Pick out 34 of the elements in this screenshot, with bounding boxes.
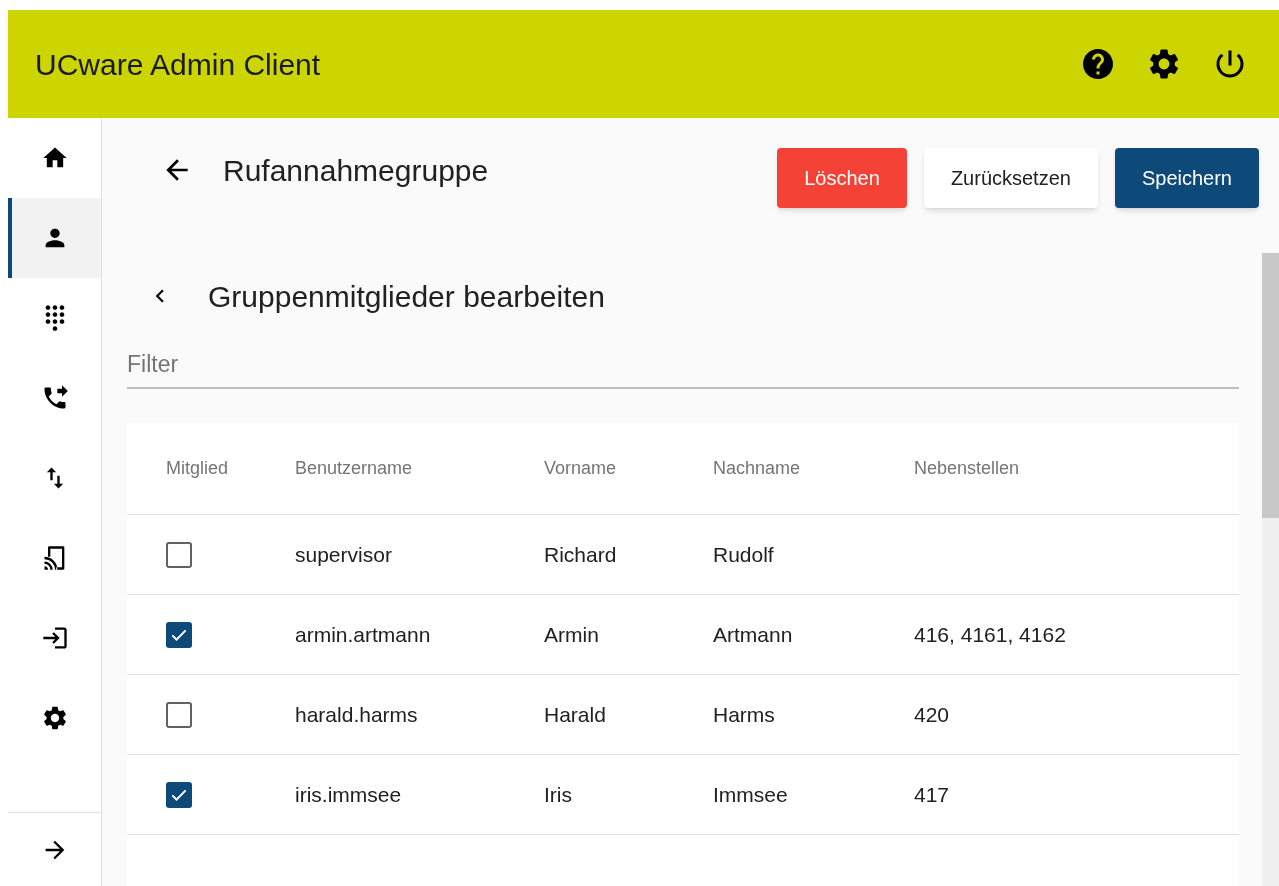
delete-button[interactable]: Löschen — [777, 148, 907, 208]
help-icon[interactable] — [1080, 46, 1116, 82]
reset-button[interactable]: Zurücksetzen — [923, 148, 1098, 208]
column-header[interactable]: Benutzername — [295, 458, 413, 478]
column-header[interactable]: Vorname — [544, 458, 617, 478]
table-cell: 417 — [914, 782, 950, 806]
save-button[interactable]: Speichern — [1114, 148, 1259, 208]
column-header[interactable]: Nebenstellen — [914, 458, 1020, 478]
scrollbar[interactable] — [1262, 253, 1279, 886]
table-cell: supervisor — [295, 542, 392, 566]
sidebar-item[interactable] — [8, 198, 101, 278]
table-cell: Artmann — [713, 622, 793, 646]
table-cell: 416, 4161, 4162 — [914, 622, 1066, 646]
column-header[interactable]: Mitglied — [166, 458, 229, 478]
table-cell: Richard — [544, 542, 617, 566]
checkbox[interactable] — [166, 701, 192, 728]
table-cell: Armin — [544, 622, 599, 646]
table-cell: Harms — [713, 702, 775, 726]
page-title: Rufannahmegruppe — [223, 153, 490, 189]
app-title: UCware Admin Client — [35, 46, 322, 83]
table-cell: Immsee — [713, 782, 788, 806]
checkbox[interactable] — [166, 781, 192, 808]
section-title: Gruppenmitglieder bearbeiten — [208, 278, 605, 315]
filter-field[interactable]: Filter — [127, 341, 1239, 389]
table-cell: harald.harms — [295, 702, 418, 726]
table-cell: Rudolf — [713, 542, 774, 566]
column-header[interactable]: Nachname — [713, 458, 801, 478]
table-cell: iris.immsee — [295, 782, 402, 806]
table-cell: Harald — [544, 702, 606, 726]
checkbox[interactable] — [166, 621, 192, 648]
table-cell: armin.artmann — [295, 622, 431, 646]
table-cell: Iris — [544, 782, 572, 806]
checkbox[interactable] — [166, 541, 192, 568]
table-cell: 420 — [914, 702, 950, 726]
